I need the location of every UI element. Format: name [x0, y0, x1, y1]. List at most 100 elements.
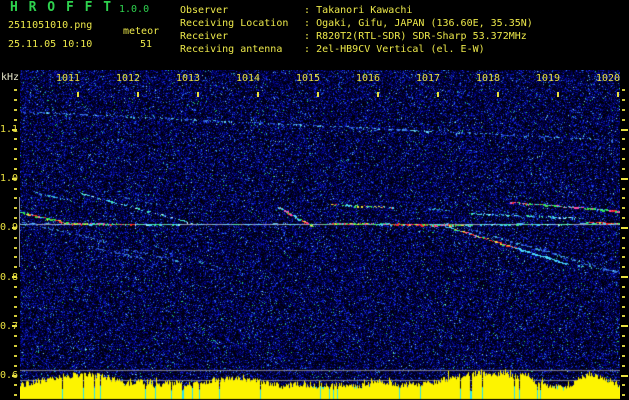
freq-minor-tick	[622, 266, 625, 269]
freq-minor-tick	[14, 236, 17, 239]
freq-minor-tick	[622, 148, 625, 151]
freq-minor-tick	[622, 108, 625, 111]
freq-minor-tick	[14, 207, 17, 210]
info-label: Receiving antenna	[180, 44, 283, 55]
freq-minor-tick	[14, 89, 17, 92]
time-tick	[617, 92, 619, 97]
freq-minor-tick	[622, 364, 625, 367]
hrofft-window: H R O F F T 1.0.0 2511051010.png meteor …	[0, 0, 629, 400]
freq-minor-tick	[14, 295, 17, 298]
freq-minor-tick	[14, 118, 17, 121]
freq-minor-tick	[14, 285, 17, 288]
info-separator: :	[304, 5, 311, 16]
freq-minor-tick	[14, 167, 17, 170]
spectrogram-canvas	[20, 70, 620, 400]
freq-minor-tick	[14, 315, 17, 318]
time-tick	[317, 92, 319, 97]
freq-minor-tick	[622, 285, 625, 288]
app-title: H R O F F T	[10, 0, 113, 15]
freq-minor-tick	[622, 335, 625, 338]
time-tick	[557, 92, 559, 97]
freq-minor-tick	[14, 187, 17, 190]
time-tick-label: 1016	[355, 73, 381, 84]
freq-minor-tick	[622, 138, 625, 141]
info-value: 2el-HB9CV Vertical (el. E-W)	[316, 44, 485, 55]
time-tick-label: 1013	[175, 73, 201, 84]
info-label: Receiver	[180, 31, 229, 42]
time-tick-label: 1019	[535, 73, 561, 84]
freq-minor-tick	[622, 344, 625, 347]
freq-axis-unit-label: kHz	[1, 72, 20, 83]
freq-minor-tick	[14, 256, 17, 259]
freq-minor-tick	[14, 138, 17, 141]
freq-minor-tick	[622, 118, 625, 121]
time-tick	[137, 92, 139, 97]
freq-minor-tick	[14, 384, 17, 387]
freq-minor-tick	[14, 344, 17, 347]
echo-count: 51	[140, 39, 153, 50]
freq-minor-tick	[622, 394, 625, 397]
freq-minor-tick	[14, 364, 17, 367]
info-value: Ogaki, Gifu, JAPAN (136.60E, 35.35N)	[316, 18, 533, 29]
datetime-label: 25.11.05 10:10	[8, 39, 93, 50]
time-tick	[377, 92, 379, 97]
freq-minor-tick	[622, 89, 625, 92]
freq-minor-tick	[622, 305, 625, 308]
time-tick-label: 1017	[415, 73, 441, 84]
info-value: Takanori Kawachi	[316, 5, 413, 16]
freq-minor-tick	[622, 256, 625, 259]
freq-minor-tick	[622, 197, 625, 200]
freq-tick-label: 0.9	[0, 222, 19, 234]
time-tick-label: 1012	[115, 73, 141, 84]
freq-minor-tick	[14, 108, 17, 111]
freq-minor-tick	[622, 217, 625, 220]
time-tick	[77, 92, 79, 97]
freq-minor-tick	[622, 98, 625, 101]
freq-minor-tick	[14, 158, 17, 161]
freq-tick-label: 0.8	[0, 271, 19, 283]
freq-minor-tick	[622, 167, 625, 170]
freq-minor-tick	[14, 217, 17, 220]
time-tick	[437, 92, 439, 97]
freq-major-tick	[621, 276, 628, 279]
time-tick	[197, 92, 199, 97]
freq-minor-tick	[622, 384, 625, 387]
freq-minor-tick	[622, 187, 625, 190]
freq-minor-tick	[622, 246, 625, 249]
output-filename: 2511051010.png	[8, 20, 93, 31]
freq-tick-label: 1.0	[0, 173, 19, 185]
band-marker-line	[19, 197, 20, 267]
time-tick-label: 1015	[295, 73, 321, 84]
freq-minor-tick	[14, 246, 17, 249]
freq-major-tick	[621, 374, 628, 377]
freq-minor-tick	[14, 197, 17, 200]
freq-major-tick	[621, 177, 628, 180]
freq-tick-label: 0.6	[0, 370, 19, 381]
freq-minor-tick	[14, 148, 17, 151]
freq-minor-tick	[14, 354, 17, 357]
freq-major-tick	[621, 128, 628, 131]
time-tick	[497, 92, 499, 97]
info-row-location: Receiving Location: Ogaki, Gifu, JAPAN (…	[180, 17, 533, 30]
freq-minor-tick	[622, 207, 625, 210]
app-version: 1.0.0	[119, 4, 150, 15]
station-info: Observer: Takanori Kawachi Receiving Loc…	[180, 4, 533, 56]
time-tick	[257, 92, 259, 97]
freq-minor-tick	[14, 266, 17, 269]
info-row-antenna: Receiving antenna: 2el-HB9CV Vertical (e…	[180, 43, 533, 56]
freq-minor-tick	[14, 394, 17, 397]
freq-minor-tick	[14, 305, 17, 308]
freq-minor-tick	[622, 315, 625, 318]
freq-minor-tick	[622, 354, 625, 357]
freq-minor-tick	[622, 295, 625, 298]
info-row-receiver: Receiver: R820T2(RTL-SDR) SDR-Sharp 53.3…	[180, 30, 533, 43]
freq-tick-label: 0.7	[0, 320, 19, 332]
info-row-observer: Observer: Takanori Kawachi	[180, 4, 533, 17]
freq-tick-label: 1.1	[0, 124, 19, 135]
freq-minor-tick	[14, 98, 17, 101]
info-separator: :	[304, 44, 311, 55]
time-tick-label: 1018	[475, 73, 501, 84]
info-value: R820T2(RTL-SDR) SDR-Sharp 53.372MHz	[316, 31, 527, 42]
time-tick-label: 1020	[595, 73, 621, 84]
time-tick-label: 1011	[55, 73, 81, 84]
